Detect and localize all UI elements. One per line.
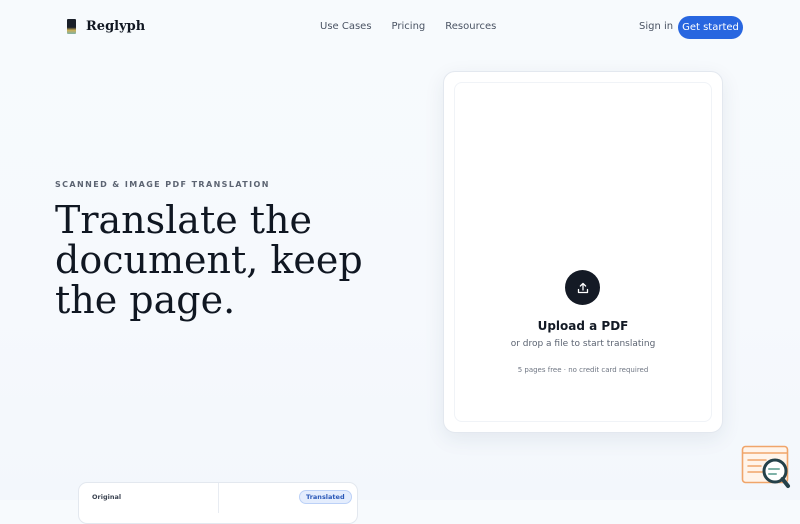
headline-line: Translate the <box>55 198 313 242</box>
nav-link-pricing[interactable]: Pricing <box>392 21 426 32</box>
upload-card: Upload a PDF or drop a file to start tra… <box>443 71 723 433</box>
main-nav: Use Cases Pricing Resources <box>320 21 516 32</box>
upload-button[interactable] <box>565 270 600 305</box>
get-started-button[interactable]: Get started <box>678 16 743 39</box>
translation-preview-card: Original Translated <box>78 482 358 524</box>
brand-name: Reglyph <box>86 19 146 34</box>
upload-subtitle: or drop a file to start translating <box>510 339 656 349</box>
translated-badge: Translated <box>299 490 352 504</box>
chat-search-icon <box>741 445 790 488</box>
brand-logo-link[interactable]: Reglyph <box>67 19 145 34</box>
hero-eyebrow: SCANNED & IMAGE PDF TRANSLATION <box>55 180 270 189</box>
upload-icon <box>577 282 588 293</box>
upload-title: Upload a PDF <box>537 319 629 333</box>
nav-link-use-cases[interactable]: Use Cases <box>320 21 372 32</box>
preview-divider <box>218 483 219 513</box>
hero-headline: Translate the document, keep the page. <box>55 200 375 320</box>
nav-link-resources[interactable]: Resources <box>445 21 496 32</box>
logo-icon <box>67 19 76 34</box>
headline-line: document, keep <box>55 238 363 282</box>
sign-in-link[interactable]: Sign in <box>639 21 673 32</box>
help-chat-widget[interactable] <box>741 445 791 490</box>
headline-line: the page. <box>55 278 236 322</box>
upload-note: 5 pages free · no credit card required <box>517 366 649 374</box>
